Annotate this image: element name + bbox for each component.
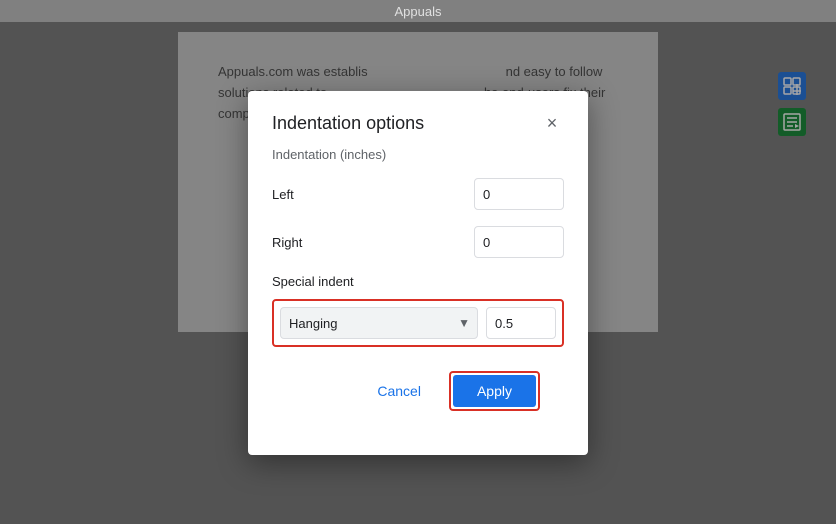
select-wrapper: None First line Hanging ▼ <box>280 307 478 339</box>
doc-area: Appuals.com was establishment of some qu… <box>0 22 836 524</box>
special-indent-label: Special indent <box>272 274 564 289</box>
dialog-title: Indentation options <box>272 113 424 134</box>
cancel-button[interactable]: Cancel <box>361 375 437 407</box>
apply-button[interactable]: Apply <box>453 375 536 407</box>
close-button[interactable]: × <box>540 111 564 135</box>
dialog-header: Indentation options × <box>248 91 588 147</box>
indentation-section-label: Indentation (inches) <box>272 147 564 162</box>
indentation-dialog: Indentation options × Indentation (inche… <box>248 91 588 455</box>
dialog-body: Indentation (inches) Left Right Special … <box>248 147 588 455</box>
special-indent-row: None First line Hanging ▼ <box>272 299 564 347</box>
top-bar: Appuals <box>0 0 836 22</box>
dialog-overlay: Indentation options × Indentation (inche… <box>0 22 836 524</box>
background: Appuals Appuals.com was establishment of… <box>0 0 836 524</box>
dialog-footer: Cancel Apply <box>272 371 564 435</box>
right-indent-row: Right <box>272 226 564 258</box>
right-label: Right <box>272 235 302 250</box>
special-indent-select[interactable]: None First line Hanging <box>280 307 478 339</box>
special-indent-value-input[interactable] <box>486 307 556 339</box>
app-title: Appuals <box>395 4 442 19</box>
apply-wrapper: Apply <box>449 371 540 411</box>
left-input[interactable] <box>474 178 564 210</box>
left-indent-row: Left <box>272 178 564 210</box>
left-label: Left <box>272 187 294 202</box>
right-input[interactable] <box>474 226 564 258</box>
